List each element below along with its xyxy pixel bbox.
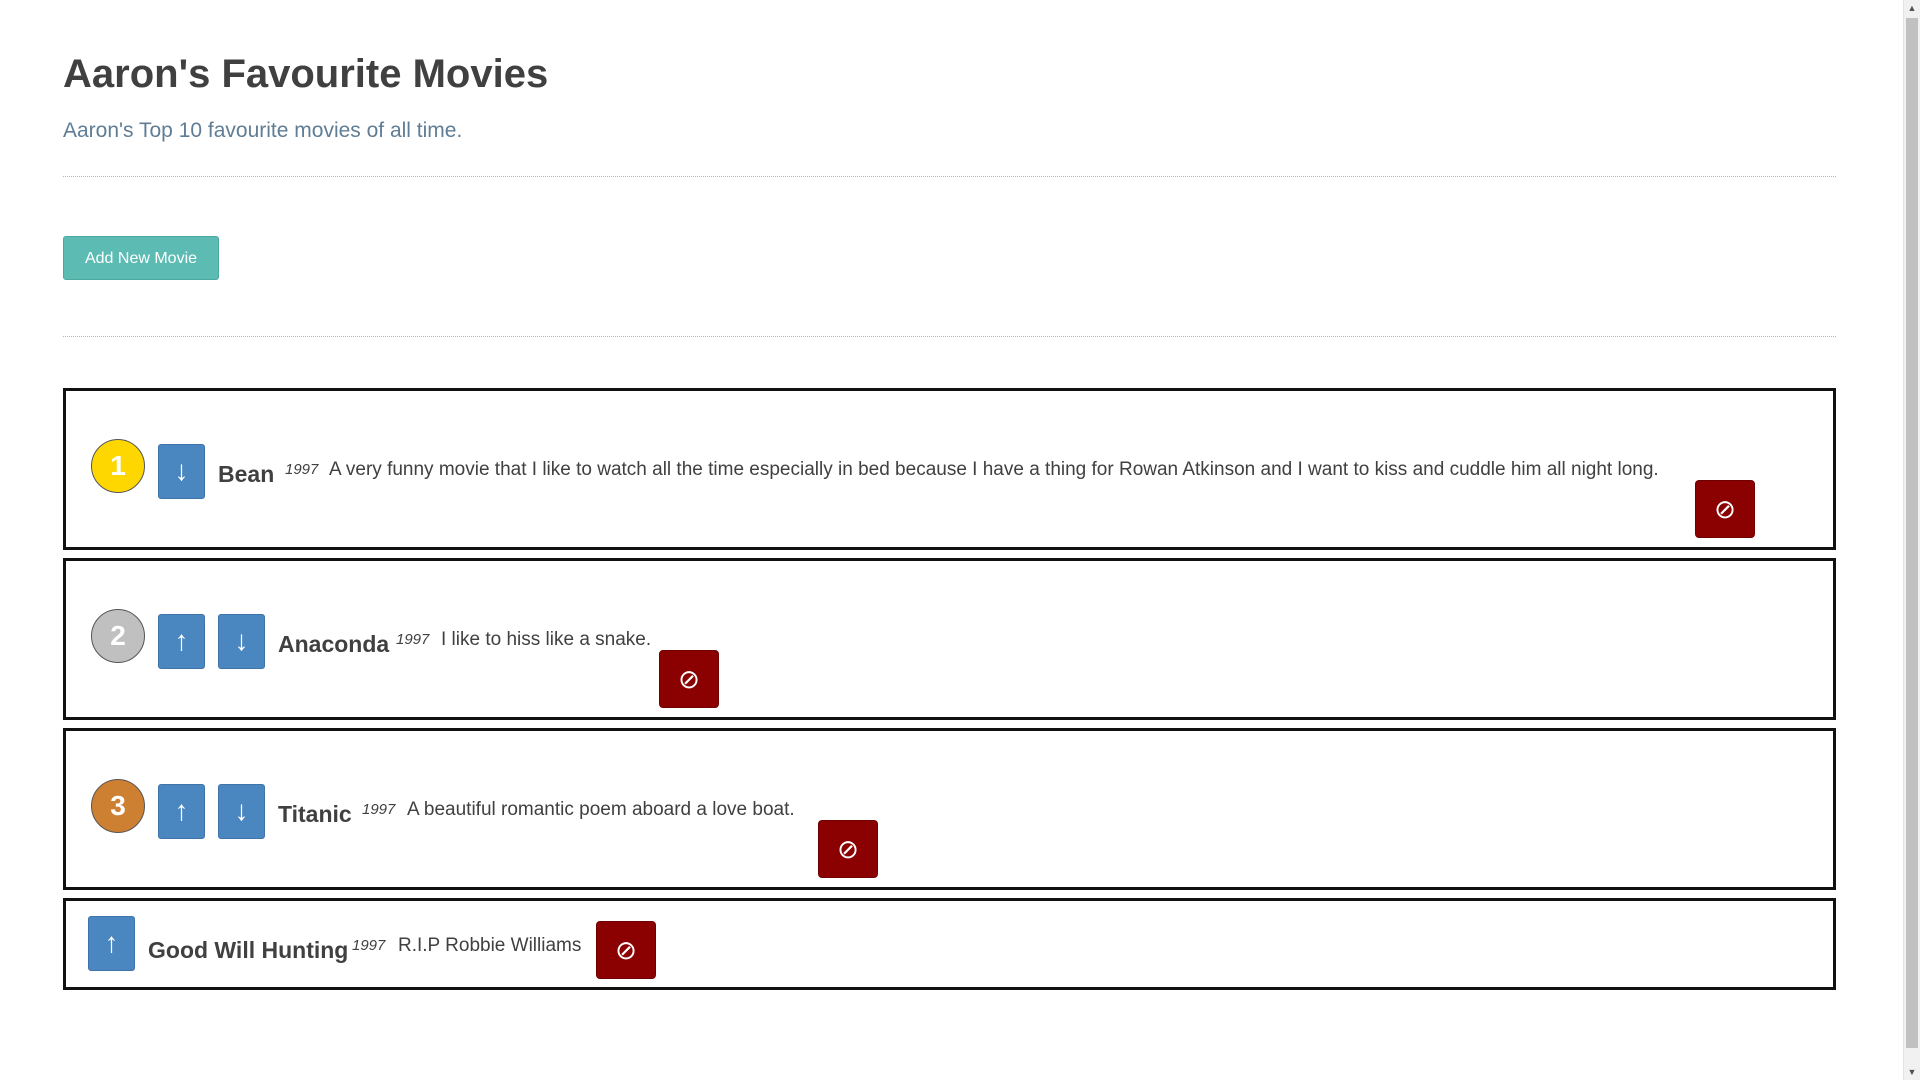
delete-movie-button[interactable]: ⊘ — [1695, 480, 1755, 538]
movie-card: ↑ Good Will Hunting 1997 R.I.P Robbie Wi… — [63, 898, 1836, 990]
actions-divider — [63, 336, 1836, 337]
movie-card: 1 ↓ Bean 1997 A very funny movie that I … — [63, 388, 1836, 550]
move-down-button[interactable]: ↓ — [218, 784, 265, 839]
move-up-button[interactable]: ↑ — [158, 784, 205, 839]
add-new-movie-button[interactable]: Add New Movie — [63, 236, 219, 280]
rank-badge-gold: 1 — [91, 439, 145, 493]
move-down-button[interactable]: ↓ — [218, 614, 265, 669]
movie-year: 1997 — [285, 461, 319, 478]
delete-movie-button[interactable]: ⊘ — [818, 820, 878, 878]
movie-description: A very funny movie that I like to watch … — [329, 459, 1659, 480]
vertical-scrollbar[interactable]: ▲ ▼ — [1903, 0, 1920, 1080]
rank-badge-silver: 2 — [91, 609, 145, 663]
move-down-button[interactable]: ↓ — [158, 444, 205, 499]
movie-year: 1997 — [352, 937, 386, 954]
scrollbar-thumb[interactable] — [1906, 18, 1918, 1048]
movie-title: Titanic — [278, 801, 352, 827]
movie-title: Good Will Hunting — [148, 937, 349, 963]
rank-badge-bronze: 3 — [91, 779, 145, 833]
delete-movie-button[interactable]: ⊘ — [596, 921, 656, 979]
move-up-button[interactable]: ↑ — [158, 614, 205, 669]
delete-movie-button[interactable]: ⊘ — [659, 650, 719, 708]
page-title: Aaron's Favourite Movies — [63, 52, 549, 96]
scroll-down-icon[interactable]: ▼ — [1904, 1064, 1920, 1080]
page-subtitle: Aaron's Top 10 favourite movies of all t… — [63, 119, 463, 142]
movie-card: 2 ↑ ↓ Anaconda 1997 I like to hiss like … — [63, 558, 1836, 720]
movie-card: 3 ↑ ↓ Titanic 1997 A beautiful romantic … — [63, 728, 1836, 890]
movie-description: A beautiful romantic poem aboard a love … — [407, 799, 795, 820]
movie-year: 1997 — [362, 801, 396, 818]
movie-description: R.I.P Robbie Williams — [398, 935, 582, 956]
header-divider — [63, 176, 1836, 177]
movie-title: Anaconda — [278, 631, 390, 657]
movie-year: 1997 — [396, 631, 430, 648]
movie-description: I like to hiss like a snake. — [441, 629, 652, 650]
move-up-button[interactable]: ↑ — [88, 916, 135, 971]
movie-title: Bean — [218, 461, 275, 487]
scroll-up-icon[interactable]: ▲ — [1904, 0, 1920, 16]
